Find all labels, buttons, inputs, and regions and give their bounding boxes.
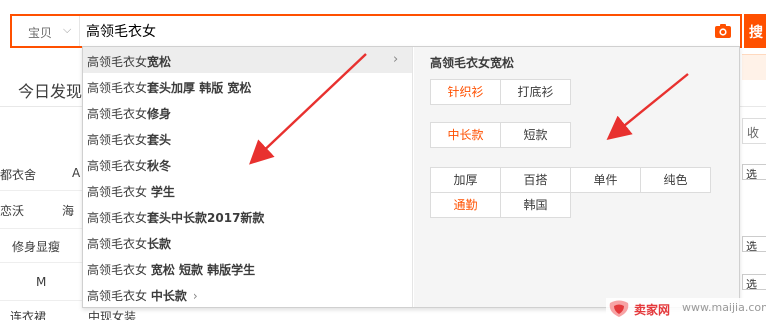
left-row-1-text[interactable]: 都衣舍 <box>0 166 36 183</box>
attribute-chip[interactable]: 加厚 <box>430 167 501 193</box>
left-row-5-text[interactable]: 连衣裙 <box>10 308 46 320</box>
attribute-chip[interactable]: 中长款 <box>430 122 501 148</box>
select-button[interactable]: 选 <box>742 274 766 290</box>
suggestion-item[interactable]: 高领毛衣女套头加厚 韩版 宽松 <box>83 73 412 99</box>
suggestion-item[interactable]: 高领毛衣女套头 <box>83 125 412 151</box>
suggestion-text: 高领毛衣女套头 <box>87 133 172 147</box>
suggestion-item[interactable]: 高领毛衣女 学生 <box>83 177 412 203</box>
attribute-chip[interactable]: 韩国 <box>500 192 571 218</box>
search-type-select[interactable]: 宝贝 ⌵ <box>12 16 80 46</box>
attribute-chip[interactable]: 单件 <box>570 167 641 193</box>
row-divider <box>0 190 90 191</box>
suggestion-text: 高领毛衣女套头中长款2017新款 <box>87 211 265 225</box>
left-row-5-extra[interactable]: 中现女装 <box>88 308 136 320</box>
search-button-label: 搜 <box>749 25 763 41</box>
left-row-1-extra[interactable]: A <box>72 166 80 180</box>
suggestion-item[interactable]: 高领毛衣女修身 <box>83 99 412 125</box>
left-row-2-text[interactable]: 恋沃 <box>0 202 24 219</box>
today-discovery-tab[interactable]: 今日发现 <box>18 78 82 102</box>
row-divider <box>0 262 90 263</box>
left-row-4-text[interactable]: M <box>36 275 46 289</box>
suggestion-text: 高领毛衣女长款 <box>87 237 172 251</box>
search-button[interactable]: 搜 <box>744 14 766 48</box>
attribute-chip[interactable]: 纯色 <box>640 167 711 193</box>
suggestion-item[interactable]: 高领毛衣女秋冬 <box>83 151 412 177</box>
select-button[interactable]: 选 <box>742 236 766 252</box>
suggestion-item[interactable]: 高领毛衣女套头中长款2017新款 <box>83 203 412 229</box>
watermark-brand: 卖家网 <box>634 303 671 317</box>
search-type-label: 宝贝 <box>28 26 53 40</box>
collapse-button[interactable]: 收起 <box>742 118 766 144</box>
watermark: 卖家网 www.maijia.com <box>606 298 766 320</box>
chevron-down-icon: ⌵ <box>63 23 72 36</box>
row-divider <box>0 228 90 229</box>
left-row-2-extra[interactable]: 海 <box>62 202 74 219</box>
suggestion-list: 高领毛衣女宽松 › 高领毛衣女套头加厚 韩版 宽松 高领毛衣女修身 高领毛衣女套… <box>83 47 413 307</box>
suggestion-text: 高领毛衣女套头加厚 韩版 宽松 <box>87 81 252 95</box>
row-divider <box>0 300 90 301</box>
suggestion-item[interactable]: 高领毛衣女长款 <box>83 229 412 255</box>
camera-icon[interactable] <box>714 22 732 40</box>
suggestion-dropdown: 高领毛衣女宽松 › 高领毛衣女套头加厚 韩版 宽松 高领毛衣女修身 高领毛衣女套… <box>82 46 740 308</box>
detail-title: 高领毛衣女宽松 <box>430 56 515 70</box>
suggestion-item[interactable]: 高领毛衣女宽松 › <box>83 47 412 73</box>
suggestion-text: 高领毛衣女 中长款 › <box>87 289 198 303</box>
search-input[interactable] <box>86 21 686 41</box>
attribute-chip[interactable]: 通勤 <box>430 192 501 218</box>
suggestion-text: 高领毛衣女 宽松 短款 韩版学生 <box>87 263 256 277</box>
suggestion-item[interactable]: 高领毛衣女 宽松 短款 韩版学生 <box>83 255 412 281</box>
attribute-chip[interactable]: 针织衫 <box>430 79 501 105</box>
suggestion-text: 高领毛衣女 学生 <box>87 185 175 199</box>
select-button[interactable]: 选 <box>742 164 766 180</box>
search-bar: 宝贝 ⌵ <box>10 14 742 48</box>
chevron-right-icon: › <box>192 289 198 303</box>
watermark-url: www.maijia.com <box>682 301 766 314</box>
suggestion-text: 高领毛衣女宽松 <box>87 55 172 69</box>
suggestion-item[interactable]: 高领毛衣女 中长款 › <box>83 281 412 307</box>
left-row-3-text[interactable]: 修身显瘦 <box>12 238 60 255</box>
attribute-chip[interactable]: 打底衫 <box>500 79 571 105</box>
suggestion-detail-panel: 高领毛衣女宽松 针织衫 打底衫 中长款 短款 加厚 百搭 单件 纯色 通勤 韩国 <box>414 47 739 307</box>
maijia-logo-icon <box>609 300 629 317</box>
suggestion-text: 高领毛衣女修身 <box>87 107 172 121</box>
promo-strip <box>742 54 766 80</box>
attribute-chip[interactable]: 百搭 <box>500 167 571 193</box>
suggestion-text: 高领毛衣女秋冬 <box>87 159 172 173</box>
chevron-right-icon: › <box>393 52 399 67</box>
attribute-chip[interactable]: 短款 <box>500 122 571 148</box>
